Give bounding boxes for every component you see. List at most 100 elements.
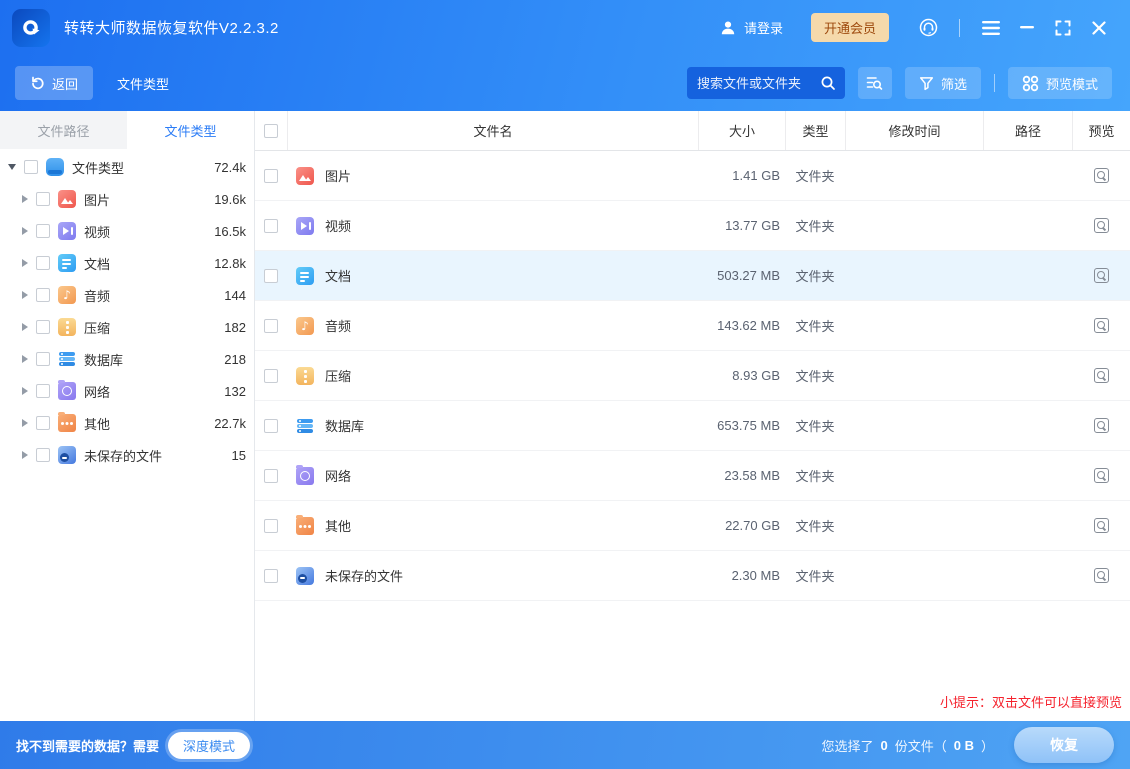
vip-button[interactable]: 开通会员: [811, 13, 889, 42]
database-icon: [296, 417, 314, 435]
tree-item-label: 压缩: [84, 318, 110, 337]
tree-item-audio[interactable]: 音频 144: [0, 279, 254, 311]
search-input[interactable]: [697, 76, 820, 91]
tree-checkbox[interactable]: [36, 256, 50, 270]
table-row[interactable]: 网络 23.58 MB 文件夹: [255, 451, 1130, 501]
select-all-checkbox[interactable]: [264, 124, 278, 138]
table-row[interactable]: 视频 13.77 GB 文件夹: [255, 201, 1130, 251]
row-checkbox[interactable]: [264, 419, 278, 433]
tab-file-type[interactable]: 文件类型: [127, 111, 254, 149]
tree-item-network[interactable]: 网络 132: [0, 375, 254, 407]
file-name: 图片: [325, 166, 351, 185]
filter-button[interactable]: 筛选: [905, 67, 981, 99]
customer-service-icon[interactable]: [915, 15, 941, 41]
audio-icon: [296, 317, 314, 335]
file-name: 音频: [325, 316, 351, 335]
row-checkbox[interactable]: [264, 469, 278, 483]
chevron-right-icon[interactable]: [22, 355, 28, 363]
row-checkbox[interactable]: [264, 569, 278, 583]
chevron-right-icon[interactable]: [22, 419, 28, 427]
chevron-right-icon[interactable]: [22, 195, 28, 203]
column-filename[interactable]: 文件名: [287, 111, 698, 150]
tree-checkbox[interactable]: [36, 384, 50, 398]
menu-icon[interactable]: [978, 15, 1004, 41]
row-checkbox[interactable]: [264, 269, 278, 283]
tree-checkbox[interactable]: [36, 416, 50, 430]
back-icon: [30, 76, 45, 91]
file-type-tree: 文件类型 72.4k 图片 19.6k 视频 16.5k: [0, 149, 254, 721]
table-row[interactable]: 未保存的文件 2.30 MB 文件夹: [255, 551, 1130, 601]
back-button[interactable]: 返回: [15, 66, 93, 100]
tree-checkbox[interactable]: [36, 224, 50, 238]
tree-item-database[interactable]: 数据库 218: [0, 343, 254, 375]
preview-mode-button[interactable]: 预览模式: [1008, 67, 1112, 99]
close-button[interactable]: [1086, 15, 1112, 41]
tree-checkbox[interactable]: [24, 160, 38, 174]
table-row[interactable]: 图片 1.41 GB 文件夹: [255, 151, 1130, 201]
table-row[interactable]: 音频 143.62 MB 文件夹: [255, 301, 1130, 351]
file-size: 13.77 GB: [698, 218, 785, 233]
maximize-button[interactable]: [1050, 15, 1076, 41]
tree-checkbox[interactable]: [36, 192, 50, 206]
row-checkbox[interactable]: [264, 519, 278, 533]
selection-suffix: ）: [981, 736, 994, 755]
chevron-right-icon[interactable]: [22, 291, 28, 299]
preview-icon[interactable]: [1094, 318, 1109, 333]
preview-icon[interactable]: [1094, 168, 1109, 183]
column-modified[interactable]: 修改时间: [845, 111, 983, 150]
tree-checkbox[interactable]: [36, 448, 50, 462]
breadcrumb: 文件类型: [117, 74, 169, 93]
search-box[interactable]: [687, 67, 845, 99]
row-checkbox[interactable]: [264, 219, 278, 233]
file-name: 未保存的文件: [325, 566, 403, 585]
chevron-right-icon[interactable]: [22, 259, 28, 267]
recover-button[interactable]: 恢复: [1014, 727, 1114, 763]
search-icon[interactable]: [820, 75, 836, 91]
chevron-right-icon[interactable]: [22, 227, 28, 235]
table-row[interactable]: 压缩 8.93 GB 文件夹: [255, 351, 1130, 401]
table-row[interactable]: 其他 22.70 GB 文件夹: [255, 501, 1130, 551]
chevron-right-icon[interactable]: [22, 387, 28, 395]
tree-item-unsaved[interactable]: 未保存的文件 15: [0, 439, 254, 471]
tree-checkbox[interactable]: [36, 320, 50, 334]
row-checkbox[interactable]: [264, 369, 278, 383]
tree-item-other[interactable]: 其他 22.7k: [0, 407, 254, 439]
tree-checkbox[interactable]: [36, 352, 50, 366]
row-checkbox[interactable]: [264, 169, 278, 183]
table-row[interactable]: 数据库 653.75 MB 文件夹: [255, 401, 1130, 451]
preview-icon[interactable]: [1094, 368, 1109, 383]
tree-item-archives[interactable]: 压缩 182: [0, 311, 254, 343]
file-type: 文件夹: [785, 416, 845, 435]
row-checkbox[interactable]: [264, 319, 278, 333]
chevron-down-icon[interactable]: [8, 164, 16, 170]
tree-item-documents[interactable]: 文档 12.8k: [0, 247, 254, 279]
column-size[interactable]: 大小: [698, 111, 785, 150]
tree-item-images[interactable]: 图片 19.6k: [0, 183, 254, 215]
preview-icon[interactable]: [1094, 568, 1109, 583]
table-header: 文件名 大小 类型 修改时间 路径 预览: [255, 111, 1130, 151]
preview-icon[interactable]: [1094, 468, 1109, 483]
tab-file-path[interactable]: 文件路径: [0, 111, 127, 149]
table-row-highlighted[interactable]: 文档 503.27 MB 文件夹: [255, 251, 1130, 301]
deep-mode-button[interactable]: 深度模式: [168, 732, 250, 759]
column-path[interactable]: 路径: [983, 111, 1072, 150]
preview-icon[interactable]: [1094, 268, 1109, 283]
tree-item-videos[interactable]: 视频 16.5k: [0, 215, 254, 247]
tree-item-label: 文档: [84, 254, 110, 273]
title-bar: 转转大师数据恢复软件V2.2.3.2 请登录 开通会员: [0, 0, 1130, 55]
tree-item-file-types[interactable]: 文件类型 72.4k: [0, 151, 254, 183]
search-list-button[interactable]: [858, 67, 892, 99]
chevron-right-icon[interactable]: [22, 323, 28, 331]
tree-item-label: 视频: [84, 222, 110, 241]
column-type[interactable]: 类型: [785, 111, 845, 150]
app-logo-icon: [12, 9, 50, 47]
preview-icon[interactable]: [1094, 518, 1109, 533]
login-button[interactable]: 请登录: [719, 18, 783, 37]
tree-checkbox[interactable]: [36, 288, 50, 302]
preview-mode-label: 预览模式: [1046, 74, 1098, 93]
minimize-button[interactable]: [1014, 15, 1040, 41]
preview-icon[interactable]: [1094, 218, 1109, 233]
preview-icon[interactable]: [1094, 418, 1109, 433]
column-preview[interactable]: 预览: [1072, 111, 1130, 150]
chevron-right-icon[interactable]: [22, 451, 28, 459]
